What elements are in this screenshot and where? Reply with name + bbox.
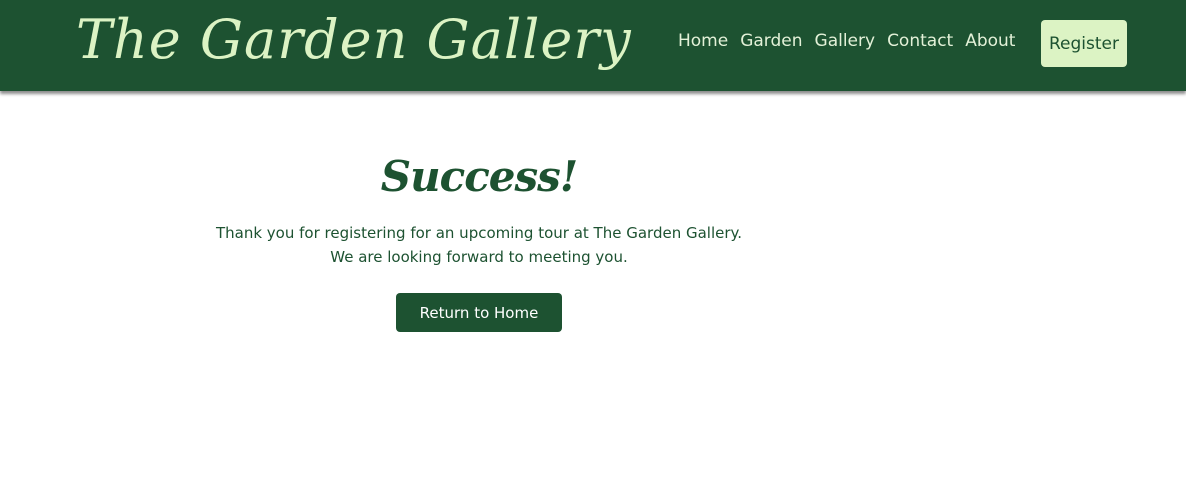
nav-link-garden[interactable]: Garden: [740, 29, 802, 53]
nav-link-home[interactable]: Home: [678, 29, 728, 53]
success-title: Success!: [380, 152, 578, 201]
success-message-line2: We are looking forward to meeting you.: [330, 248, 628, 266]
nav-link-about[interactable]: About: [965, 29, 1015, 53]
register-button[interactable]: Register: [1041, 20, 1127, 67]
success-message-line1: Thank you for registering for an upcomin…: [215, 224, 743, 242]
main-nav: Home Garden Gallery Contact About: [678, 29, 1027, 53]
return-home-button[interactable]: Return to Home: [396, 293, 562, 332]
nav-link-gallery[interactable]: Gallery: [815, 29, 876, 53]
navbar: The Garden Gallery Home Garden Gallery C…: [0, 0, 1186, 91]
brand-logo[interactable]: The Garden Gallery: [76, 2, 632, 78]
nav-link-contact[interactable]: Contact: [887, 29, 953, 53]
